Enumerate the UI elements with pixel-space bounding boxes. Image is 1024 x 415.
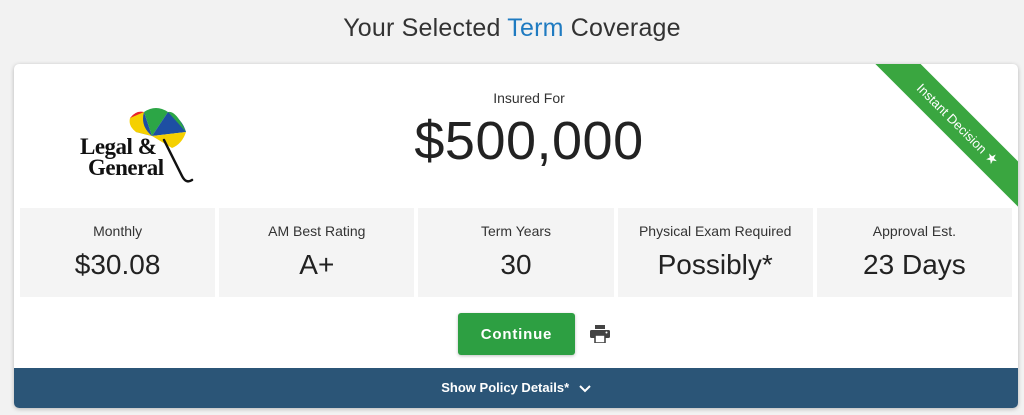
stat-term-years: Term Years 30 bbox=[418, 208, 614, 297]
print-icon[interactable] bbox=[590, 325, 610, 343]
show-policy-details-label: Show Policy Details* bbox=[441, 380, 570, 395]
page-title-suffix: Coverage bbox=[563, 14, 681, 42]
insured-label: Insured For bbox=[493, 90, 565, 106]
insured-amount: $500,000 bbox=[414, 111, 644, 171]
carrier-logo-text: Legal & General bbox=[80, 134, 164, 180]
stat-value: 23 Days bbox=[863, 249, 966, 280]
stat-monthly: Monthly $30.08 bbox=[20, 208, 216, 297]
stat-label: Term Years bbox=[480, 223, 552, 239]
stat-value: 30 bbox=[500, 249, 532, 280]
page-title-prefix: Your Selected bbox=[343, 14, 508, 42]
instant-decision-ribbon: Instant Decision★ bbox=[868, 64, 1018, 214]
stat-label: Monthly bbox=[93, 223, 143, 239]
insured-summary: Insured For $500,000 bbox=[354, 90, 704, 172]
show-policy-details-bar[interactable]: Show Policy Details* bbox=[14, 368, 1018, 408]
page-title-accent: Term bbox=[507, 14, 564, 42]
stat-physical-exam: Physical Exam Required Possibly* bbox=[617, 208, 813, 297]
ribbon-label: Instant Decision bbox=[913, 80, 990, 157]
actions-row: Continue bbox=[14, 313, 1018, 355]
stat-value: Possibly* bbox=[657, 249, 773, 280]
stat-approval-est: Approval Est. 23 Days bbox=[816, 208, 1013, 297]
continue-button[interactable]: Continue bbox=[458, 313, 575, 355]
logo-line-1: Legal & bbox=[80, 134, 157, 159]
star-icon: ★ bbox=[982, 148, 1003, 169]
stats-row: Monthly $30.08 AM Best Rating A+ Term Ye… bbox=[20, 208, 1013, 297]
carrier-logo: Legal & General bbox=[78, 92, 208, 192]
stat-label: Physical Exam Required bbox=[638, 223, 792, 239]
stat-label: Approval Est. bbox=[872, 223, 957, 239]
page-title: Your Selected Term Coverage bbox=[0, 14, 1024, 43]
stat-value: A+ bbox=[299, 249, 335, 280]
logo-line-2: General bbox=[88, 155, 164, 180]
ribbon-band: Instant Decision★ bbox=[868, 64, 1018, 214]
chevron-down-icon bbox=[579, 384, 591, 392]
coverage-card: Legal & General Insured For $500,000 Ins… bbox=[14, 64, 1018, 408]
stat-label: AM Best Rating bbox=[268, 223, 366, 239]
stat-am-best-rating: AM Best Rating A+ bbox=[219, 208, 415, 297]
stat-value: $30.08 bbox=[74, 249, 161, 280]
